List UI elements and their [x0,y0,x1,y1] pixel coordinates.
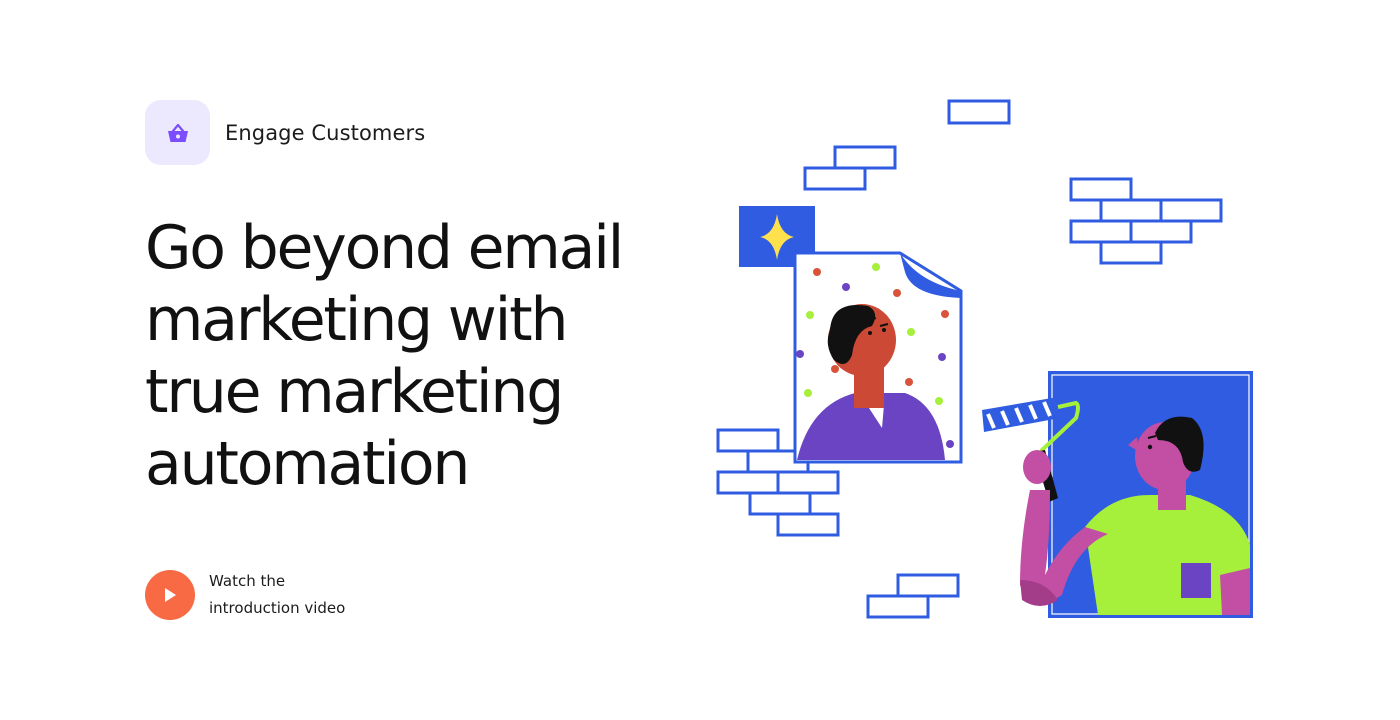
watch-video-link[interactable]: Watch the introduction video [145,568,345,622]
play-button[interactable] [145,570,195,620]
badge-label: Engage Customers [225,120,426,145]
video-text-line-2: introduction video [209,599,346,617]
basket-icon [167,123,188,142]
marketing-illustration [716,99,1253,619]
headline-line-1: Go beyond email [145,213,624,283]
poster-illustration [793,251,963,464]
video-link-text[interactable]: Watch the introduction video [209,568,345,622]
headline-line-3: true marketing [145,357,564,427]
feature-badge: Engage Customers [145,100,425,165]
badge-icon-container [145,100,210,165]
headline-line-4: automation [145,429,470,499]
hero-section: Engage Customers Go beyond email marketi… [0,0,1400,720]
video-text-line-1: Watch the [209,572,286,590]
headline-line-2: marketing with [145,285,568,355]
page-headline: Go beyond email marketing with true mark… [145,212,685,500]
play-icon [165,588,176,602]
